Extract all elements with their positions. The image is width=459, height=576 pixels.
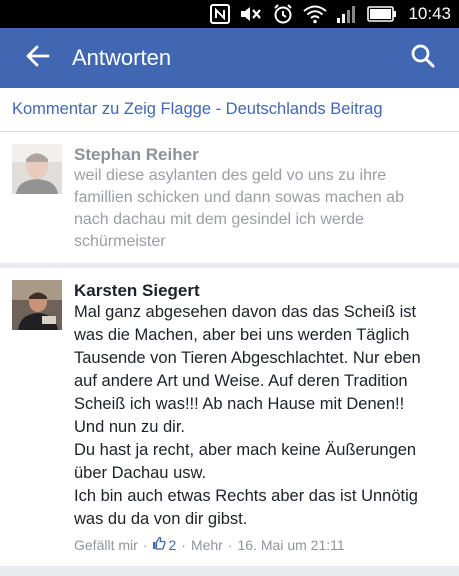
comment-body: Stephan Reiher weil diese asylanten des … (74, 144, 449, 253)
nfc-icon (210, 4, 231, 24)
status-bar: 10:43 (0, 0, 459, 28)
comment-line: Tausende von Tieren Abgeschlachtet. Nur … (74, 349, 421, 367)
comment-author[interactable]: Stephan Reiher (74, 144, 449, 165)
more-button[interactable]: Mehr (191, 537, 223, 553)
context-text: Kommentar zu Zeig Flagge - Deutschlands … (12, 100, 383, 118)
status-icons: 10:43 (210, 0, 451, 28)
comment-line: was du da von dir gibst. (74, 510, 248, 528)
like-count[interactable]: 2 (152, 536, 176, 553)
like-button[interactable]: Gefällt mir (74, 537, 138, 553)
comment-line: Scheiß ich was!!! Ab nach Hause mit Dene… (74, 395, 405, 413)
wifi-icon (303, 4, 328, 24)
comment-line: famillien schicken und dann sowas machen… (74, 189, 404, 206)
comment-line: weil diese asylanten des geld vo uns zu … (74, 167, 387, 184)
battery-icon (367, 6, 397, 22)
context-link[interactable]: Kommentar zu Zeig Flagge - Deutschlands … (0, 88, 459, 132)
comment-actions: Gefällt mir · 2 · Mehr · 16. Mai um 21:1… (74, 536, 345, 553)
like-count-value: 2 (168, 536, 177, 553)
arrow-left-icon (25, 43, 51, 74)
avatar[interactable] (12, 280, 62, 330)
comment-line: Und nun zu dir. (74, 418, 185, 436)
list-bottom-edge (0, 566, 459, 576)
back-button[interactable] (18, 38, 58, 78)
comment-line: schürmeister (74, 233, 166, 250)
thumbs-up-icon (152, 536, 167, 553)
comment-line: was die Machen, aber bei uns werden Tägl… (74, 326, 410, 344)
app-bar: Antworten (0, 28, 459, 88)
timestamp: 16. Mai um 21:11 (237, 536, 345, 553)
separator: · (227, 536, 233, 553)
separator: · (181, 536, 186, 553)
comment-line: Ich bin auch etwas Rechts aber das ist U… (74, 487, 418, 505)
comment-text: Mal ganz abgesehen davon das das Scheiß … (74, 301, 449, 531)
reply-item: Karsten Siegert Mal ganz abgesehen davon… (0, 268, 459, 566)
search-button[interactable] (403, 38, 443, 78)
comment-text: weil diese asylanten des geld vo uns zu … (74, 165, 449, 253)
signal-icon (336, 4, 358, 24)
alarm-icon (272, 3, 294, 25)
comment-line: Du hast ja recht, aber mach keine Äußeru… (74, 441, 417, 459)
avatar[interactable] (12, 144, 62, 194)
comment-line: nach dachau mit dem gesindel ich werde (74, 211, 364, 228)
comment-author[interactable]: Karsten Siegert (74, 280, 449, 301)
separator: · (142, 536, 148, 553)
mute-icon (239, 4, 263, 24)
search-icon (410, 43, 436, 74)
comment-line: Mal ganz abgesehen davon das das Scheiß … (74, 303, 417, 321)
comment-body: Karsten Siegert Mal ganz abgesehen davon… (74, 280, 449, 531)
comment-line: auf andere Art und Weise. Auf deren Trad… (74, 372, 408, 390)
comment-item: Stephan Reiher weil diese asylanten des … (0, 132, 459, 263)
status-time: 10:43 (408, 4, 451, 23)
page-title: Antworten (72, 45, 172, 70)
comment-line: über Dachau usw. (74, 464, 207, 482)
